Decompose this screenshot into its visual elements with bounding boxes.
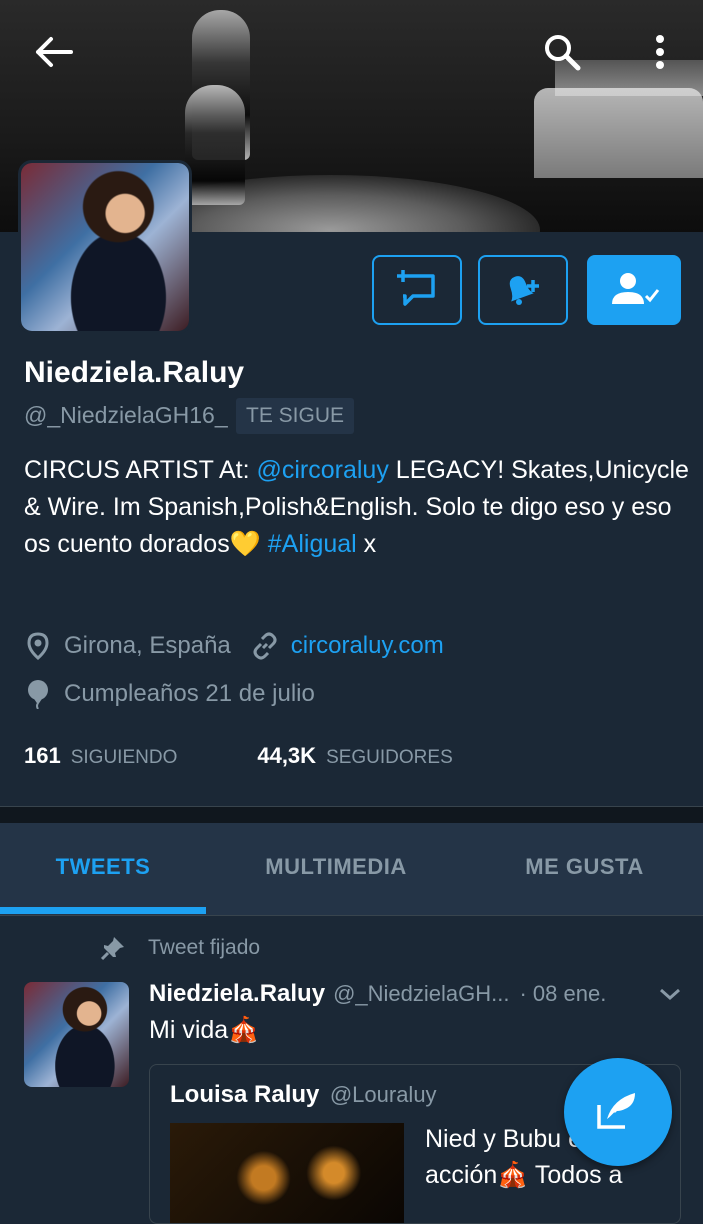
- following-count[interactable]: 161: [24, 743, 61, 769]
- direct-message-icon: [395, 268, 439, 313]
- tab-tweets[interactable]: TWEETS: [0, 823, 206, 911]
- arrow-left-icon[interactable]: [30, 28, 78, 76]
- section-divider: [0, 806, 703, 824]
- tweet-text: Mi vida🎪: [149, 1016, 260, 1044]
- profile-stats: 161 SIGUIENDO 44,3K SEGUIDORES: [24, 743, 453, 769]
- profile-meta-row: Cumpleaños 21 de julio: [24, 680, 315, 709]
- compose-tweet-icon: [595, 1089, 641, 1136]
- notifications-button[interactable]: [478, 255, 568, 325]
- tab-multimedia[interactable]: MULTIMEDIA: [206, 823, 466, 911]
- tweet-author-handle[interactable]: @_NiedzielaGH...: [333, 981, 509, 1007]
- profile-meta-row: Girona, España circoraluy.com: [24, 632, 444, 660]
- quoted-tweet-header: Louisa Raluy @Louraluy: [170, 1081, 437, 1109]
- quoted-author-handle: @Louraluy: [329, 1082, 437, 1107]
- profile-location: Girona, España: [64, 632, 231, 659]
- location-pin-icon: [24, 632, 52, 660]
- pinned-label-text: Tweet fijado: [148, 936, 261, 959]
- banner-decor: [534, 88, 703, 178]
- tweet-author-name[interactable]: Niedziela.Raluy: [149, 980, 325, 1008]
- bio-hashtag-link[interactable]: #Aligual: [268, 530, 357, 558]
- profile-name: Niedziela.Raluy: [24, 356, 245, 389]
- user-check-icon: [608, 268, 660, 313]
- balloon-icon: [24, 680, 52, 709]
- profile-bio: CIRCUS ARTIST At: @circoraluy LEGACY! Sk…: [24, 452, 694, 563]
- active-tab-indicator: [0, 907, 206, 914]
- bio-text: CIRCUS ARTIST At:: [24, 456, 257, 484]
- banner-performer: [185, 85, 245, 205]
- more-vertical-icon[interactable]: [636, 28, 684, 76]
- bell-plus-icon: [499, 268, 547, 313]
- direct-message-button[interactable]: [372, 255, 462, 325]
- avatar-image: [21, 163, 189, 331]
- profile-avatar[interactable]: [18, 160, 192, 334]
- link-icon: [251, 632, 279, 660]
- bio-mention-link[interactable]: @circoraluy: [256, 456, 388, 484]
- chevron-down-icon[interactable]: [658, 986, 684, 1006]
- quoted-author-name: Louisa Raluy: [170, 1081, 320, 1108]
- profile-birthday: Cumpleaños 21 de julio: [64, 680, 315, 707]
- bio-text: x: [356, 530, 377, 558]
- tab-me-gusta[interactable]: ME GUSTA: [466, 823, 703, 911]
- compose-tweet-button[interactable]: [564, 1058, 672, 1166]
- pin-icon: [100, 935, 126, 961]
- avatar-image: [24, 982, 129, 1087]
- tweet-header: Niedziela.Raluy @_NiedzielaGH... · 08 en…: [149, 980, 689, 1008]
- following-label[interactable]: SIGUIENDO: [71, 747, 178, 769]
- followers-label[interactable]: SEGUIDORES: [326, 747, 453, 769]
- search-icon[interactable]: [538, 28, 586, 76]
- tweet-avatar[interactable]: [24, 982, 129, 1087]
- profile-handle: @_NiedzielaGH16_: [24, 402, 228, 428]
- pinned-tweet-label: Tweet fijado: [100, 935, 260, 961]
- quoted-tweet-image[interactable]: [170, 1123, 404, 1223]
- profile-tabs: TWEETS MULTIMEDIA ME GUSTA: [0, 823, 703, 916]
- following-button[interactable]: [587, 255, 681, 325]
- follows-you-badge: TE SIGUE: [236, 398, 355, 434]
- profile-website-link[interactable]: circoraluy.com: [291, 632, 444, 660]
- followers-count[interactable]: 44,3K: [257, 743, 316, 769]
- tweet-date: · 08 ene.: [519, 981, 607, 1006]
